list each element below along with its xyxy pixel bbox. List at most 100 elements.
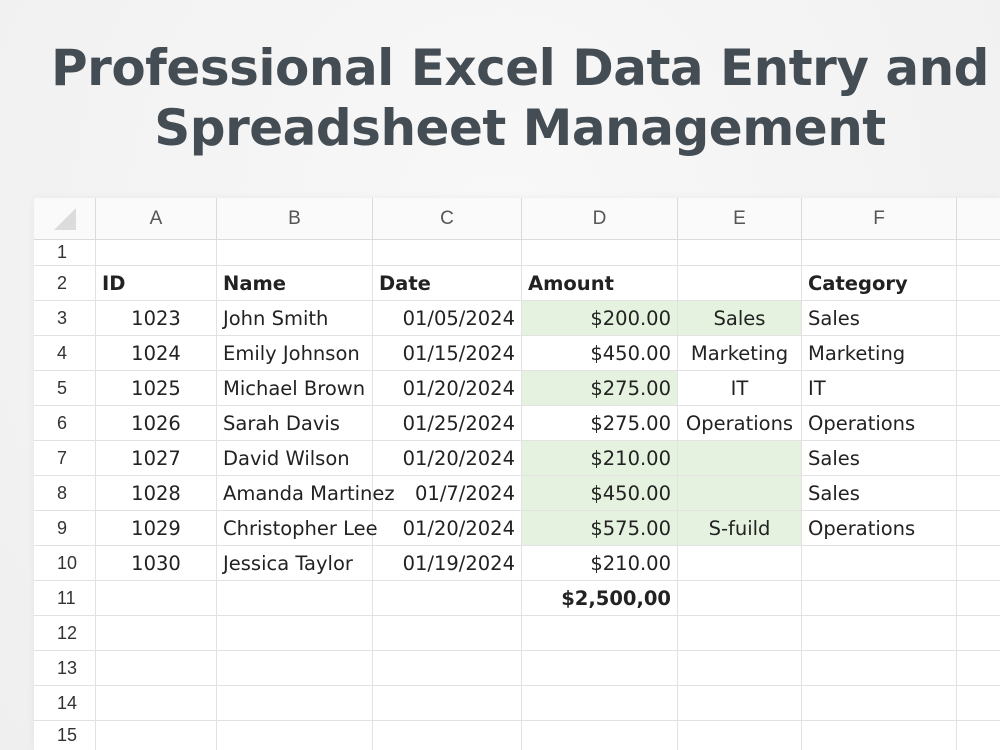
cell-g[interactable] xyxy=(957,721,1000,750)
cell-id[interactable] xyxy=(96,686,217,720)
cell-date[interactable]: 01/05/2024 xyxy=(373,301,522,335)
cell-e[interactable]: Sales xyxy=(678,301,802,335)
cell-amount[interactable] xyxy=(522,240,678,265)
cell-id[interactable]: 1028 xyxy=(96,476,217,510)
cell-id[interactable] xyxy=(96,240,217,265)
cell-name[interactable] xyxy=(217,616,373,650)
cell-category[interactable] xyxy=(802,616,957,650)
column-header-d[interactable]: D xyxy=(522,198,678,240)
cell-category[interactable]: Operations xyxy=(802,406,957,440)
cell-e[interactable]: Marketing xyxy=(678,336,802,370)
cell-g[interactable] xyxy=(957,546,1000,580)
cell-date[interactable]: 01/15/2024 xyxy=(373,336,522,370)
cell-g[interactable] xyxy=(957,616,1000,650)
cell-id[interactable] xyxy=(96,651,217,685)
cell-category[interactable] xyxy=(802,546,957,580)
cell-date[interactable] xyxy=(373,581,522,615)
header-name[interactable]: Name xyxy=(217,266,373,300)
cell-name[interactable] xyxy=(217,686,373,720)
cell-e[interactable] xyxy=(678,581,802,615)
cell-g[interactable] xyxy=(957,301,1000,335)
cell-date[interactable]: 01/19/2024 xyxy=(373,546,522,580)
cell-g[interactable] xyxy=(957,371,1000,405)
total-amount[interactable]: $2,500,00 xyxy=(522,581,678,615)
column-header-b[interactable]: B xyxy=(217,198,373,240)
cell-name[interactable]: David Wilson xyxy=(217,441,373,475)
cell-e[interactable] xyxy=(678,546,802,580)
cell-date[interactable]: 01/20/2024 xyxy=(373,441,522,475)
cell-category[interactable] xyxy=(802,686,957,720)
cell-e[interactable] xyxy=(678,616,802,650)
cell-name[interactable] xyxy=(217,721,373,750)
cell-id[interactable]: 1027 xyxy=(96,441,217,475)
cell-date[interactable]: 01/7/2024 xyxy=(373,476,522,510)
cell-name[interactable]: Michael Brown xyxy=(217,371,373,405)
cell-e[interactable]: IT xyxy=(678,371,802,405)
cell-g[interactable] xyxy=(957,406,1000,440)
header-id[interactable]: ID xyxy=(96,266,217,300)
cell-g[interactable] xyxy=(957,651,1000,685)
cell-date[interactable] xyxy=(373,651,522,685)
cell-amount[interactable]: $200.00 xyxy=(522,301,678,335)
cell-category[interactable]: Sales xyxy=(802,476,957,510)
cell-amount[interactable] xyxy=(522,721,678,750)
cell-amount[interactable]: $210.00 xyxy=(522,441,678,475)
cell-id[interactable]: 1025 xyxy=(96,371,217,405)
column-header-a[interactable]: A xyxy=(96,198,217,240)
cell-e[interactable] xyxy=(678,686,802,720)
cell-g[interactable] xyxy=(957,266,1000,300)
cell-amount[interactable] xyxy=(522,616,678,650)
cell-amount[interactable] xyxy=(522,686,678,720)
select-all-corner[interactable] xyxy=(34,198,96,240)
cell-id[interactable]: 1029 xyxy=(96,511,217,545)
cell-name[interactable]: Emily Johnson xyxy=(217,336,373,370)
cell-category[interactable]: Operations xyxy=(802,511,957,545)
column-header-e[interactable]: E xyxy=(678,198,802,240)
column-header-f[interactable]: F xyxy=(802,198,957,240)
cell-g[interactable] xyxy=(957,336,1000,370)
cell-name[interactable] xyxy=(217,581,373,615)
cell-category[interactable]: Marketing xyxy=(802,336,957,370)
cell-e[interactable]: S-fuild xyxy=(678,511,802,545)
cell-amount[interactable]: $450.00 xyxy=(522,336,678,370)
cell-category[interactable]: Sales xyxy=(802,441,957,475)
header-category[interactable]: Category xyxy=(802,266,957,300)
cell-date[interactable] xyxy=(373,240,522,265)
cell-category[interactable] xyxy=(802,721,957,750)
cell-date[interactable]: 01/25/2024 xyxy=(373,406,522,440)
cell-category[interactable]: IT xyxy=(802,371,957,405)
cell-amount[interactable]: $275.00 xyxy=(522,371,678,405)
cell-amount[interactable]: $450.00 xyxy=(522,476,678,510)
cell-name[interactable]: Sarah Davis xyxy=(217,406,373,440)
cell-e[interactable] xyxy=(678,721,802,750)
cell-category[interactable] xyxy=(802,581,957,615)
cell-g[interactable] xyxy=(957,476,1000,510)
cell-category[interactable] xyxy=(802,651,957,685)
cell-e[interactable]: Operations xyxy=(678,406,802,440)
cell-e[interactable] xyxy=(678,441,802,475)
cell-name[interactable] xyxy=(217,651,373,685)
cell-id[interactable] xyxy=(96,721,217,750)
cell-date[interactable] xyxy=(373,686,522,720)
cell-id[interactable] xyxy=(96,581,217,615)
header-date[interactable]: Date xyxy=(373,266,522,300)
cell-name[interactable]: Christopher Lee xyxy=(217,511,378,545)
cell-name[interactable]: Amanda Martinez xyxy=(217,476,395,510)
cell-category[interactable]: Sales xyxy=(802,301,957,335)
cell-date[interactable]: 01/20/2024 xyxy=(373,371,522,405)
cell-date[interactable] xyxy=(373,721,522,750)
cell-amount[interactable]: $210.00 xyxy=(522,546,678,580)
cell-name[interactable] xyxy=(217,240,373,265)
cell-id[interactable]: 1023 xyxy=(96,301,217,335)
cell-e[interactable] xyxy=(678,476,802,510)
cell-id[interactable]: 1026 xyxy=(96,406,217,440)
column-header-g[interactable] xyxy=(957,198,1000,240)
cell-id[interactable] xyxy=(96,616,217,650)
cell-g[interactable] xyxy=(957,441,1000,475)
cell-amount[interactable]: $575.00 xyxy=(522,511,678,545)
cell-e[interactable] xyxy=(678,240,802,265)
column-header-c[interactable]: C xyxy=(373,198,522,240)
cell-id[interactable]: 1024 xyxy=(96,336,217,370)
cell-g[interactable] xyxy=(957,686,1000,720)
cell-name[interactable]: John Smith xyxy=(217,301,373,335)
